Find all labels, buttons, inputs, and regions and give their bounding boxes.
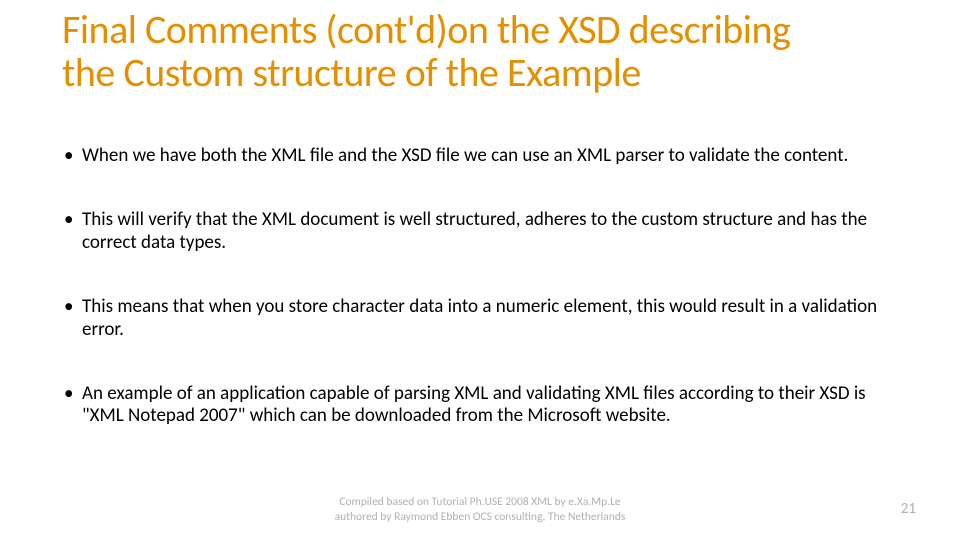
page-number: 21 [901,500,916,518]
bullet-item: When we have both the XML file and the X… [62,145,902,167]
bullet-item: An example of an application capable of … [62,383,902,428]
bullet-list: When we have both the XML file and the X… [62,145,902,428]
slide-body: When we have both the XML file and the X… [62,145,902,470]
slide-title: Final Comments (cont'd)on the XSD descri… [62,8,822,94]
footer-line-1: Compiled based on Tutorial Ph.USE 2008 X… [0,495,960,509]
bullet-item: This will verify that the XML document i… [62,209,902,254]
slide: Final Comments (cont'd)on the XSD descri… [0,0,960,540]
bullet-item: This means that when you store character… [62,296,902,341]
footer-line-2: authored by Raymond Ebben OCS consulting… [0,510,960,524]
footer-credits: Compiled based on Tutorial Ph.USE 2008 X… [0,495,960,524]
